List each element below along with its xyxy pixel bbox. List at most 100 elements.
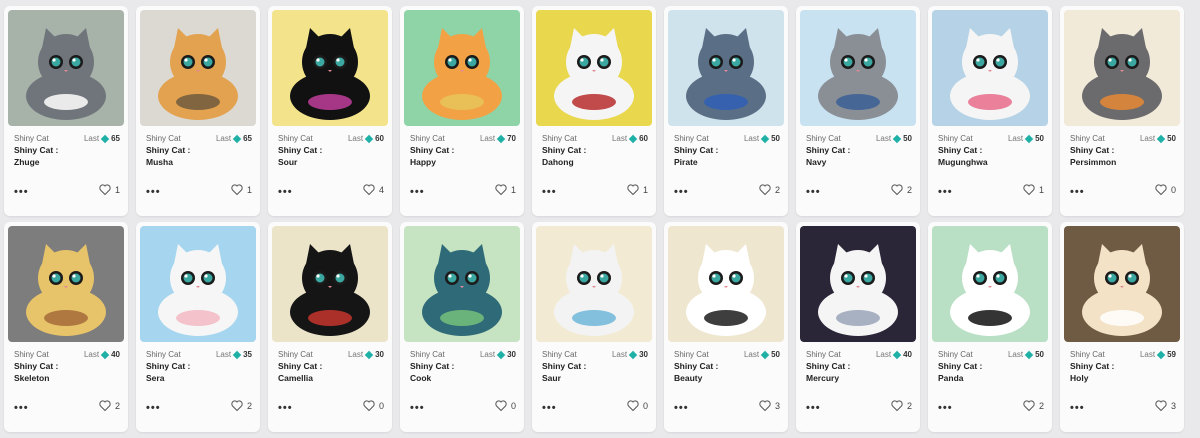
- nft-card[interactable]: Shiny Cat Last 40 Shiny Cat : Mercury ••…: [796, 222, 920, 432]
- item-title-prefix: Shiny Cat :: [938, 361, 983, 371]
- nft-card[interactable]: Shiny Cat Last 30 Shiny Cat : Cook ••• 0: [400, 222, 524, 432]
- nft-card[interactable]: Shiny Cat Last 35 Shiny Cat : Sera ••• 2: [136, 222, 260, 432]
- favorite-button[interactable]: 4: [363, 184, 384, 195]
- last-price-label: Last: [1007, 350, 1024, 359]
- nft-card[interactable]: Shiny Cat Last 60 Shiny Cat : Dahong •••…: [532, 6, 656, 216]
- nft-card[interactable]: Shiny Cat Last 50 Shiny Cat : Beauty •••…: [664, 222, 788, 432]
- more-options-icon[interactable]: •••: [542, 402, 557, 414]
- nft-card[interactable]: Shiny Cat Last 40 Shiny Cat : Skeleton •…: [4, 222, 128, 432]
- favorite-button[interactable]: 0: [495, 400, 516, 411]
- favorite-button[interactable]: 1: [99, 184, 120, 195]
- last-price-value: 50: [1035, 134, 1044, 143]
- nft-card[interactable]: Shiny Cat Last 30 Shiny Cat : Saur ••• 0: [532, 222, 656, 432]
- more-options-icon[interactable]: •••: [542, 186, 557, 198]
- last-price-value: 60: [639, 134, 648, 143]
- item-title-prefix: Shiny Cat :: [1070, 145, 1115, 155]
- favorite-button[interactable]: 2: [891, 184, 912, 195]
- nft-artwork-image[interactable]: [668, 10, 784, 126]
- favorite-count: 4: [378, 184, 384, 195]
- favorite-button[interactable]: 1: [495, 184, 516, 195]
- favorite-button[interactable]: 0: [1155, 184, 1176, 195]
- nft-artwork-image[interactable]: [272, 226, 388, 342]
- nft-card[interactable]: Shiny Cat Last 50 Shiny Cat : Pirate •••…: [664, 6, 788, 216]
- nft-artwork-image[interactable]: [8, 226, 124, 342]
- last-price-label: Last: [743, 350, 760, 359]
- more-options-icon[interactable]: •••: [146, 186, 161, 198]
- nft-artwork-image[interactable]: [668, 226, 784, 342]
- last-price: Last 50: [876, 134, 912, 143]
- more-options-icon[interactable]: •••: [806, 402, 821, 414]
- collection-name: Shiny Cat: [938, 350, 973, 359]
- more-options-icon[interactable]: •••: [1070, 402, 1085, 414]
- more-options-icon[interactable]: •••: [278, 402, 293, 414]
- favorite-count: 1: [1038, 184, 1044, 195]
- nft-card[interactable]: Shiny Cat Last 65 Shiny Cat : Musha ••• …: [136, 6, 260, 216]
- more-options-icon[interactable]: •••: [14, 186, 29, 198]
- collection-name: Shiny Cat: [1070, 350, 1105, 359]
- favorite-button[interactable]: 2: [759, 184, 780, 195]
- item-title-prefix: Shiny Cat :: [938, 145, 983, 155]
- collection-name: Shiny Cat: [410, 134, 445, 143]
- nft-artwork-image[interactable]: [404, 10, 520, 126]
- favorite-count: 2: [1038, 400, 1044, 411]
- more-options-icon[interactable]: •••: [938, 402, 953, 414]
- favorite-button[interactable]: 1: [1023, 184, 1044, 195]
- heart-icon: [1155, 184, 1167, 195]
- nft-artwork-image[interactable]: [8, 10, 124, 126]
- last-price-label: Last: [215, 134, 232, 143]
- last-price: Last 50: [744, 134, 780, 143]
- nft-card[interactable]: Shiny Cat Last 50 Shiny Cat : Persimmon …: [1060, 6, 1184, 216]
- nft-card[interactable]: Shiny Cat Last 65 Shiny Cat : Zhuge ••• …: [4, 6, 128, 216]
- nft-artwork-image[interactable]: [800, 226, 916, 342]
- favorite-button[interactable]: 2: [1023, 400, 1044, 411]
- last-price-label: Last: [1139, 134, 1156, 143]
- nft-card[interactable]: Shiny Cat Last 30 Shiny Cat : Camellia •…: [268, 222, 392, 432]
- nft-artwork-image[interactable]: [932, 226, 1048, 342]
- nft-card[interactable]: Shiny Cat Last 70 Shiny Cat : Happy ••• …: [400, 6, 524, 216]
- favorite-button[interactable]: 2: [99, 400, 120, 411]
- nft-card[interactable]: Shiny Cat Last 59 Shiny Cat : Holy ••• 3: [1060, 222, 1184, 432]
- klay-token-icon: [364, 350, 374, 359]
- nft-card[interactable]: Shiny Cat Last 60 Shiny Cat : Sour ••• 4: [268, 6, 392, 216]
- favorite-button[interactable]: 0: [363, 400, 384, 411]
- favorite-button[interactable]: 2: [891, 400, 912, 411]
- klay-token-icon: [496, 350, 506, 359]
- favorite-button[interactable]: 1: [627, 184, 648, 195]
- nft-artwork-image[interactable]: [1064, 10, 1180, 126]
- more-options-icon[interactable]: •••: [278, 186, 293, 198]
- more-options-icon[interactable]: •••: [938, 186, 953, 198]
- more-options-icon[interactable]: •••: [410, 402, 425, 414]
- more-options-icon[interactable]: •••: [146, 402, 161, 414]
- favorite-button[interactable]: 2: [231, 400, 252, 411]
- nft-artwork-image[interactable]: [536, 226, 652, 342]
- more-options-icon[interactable]: •••: [806, 186, 821, 198]
- nft-card[interactable]: Shiny Cat Last 50 Shiny Cat : Mugunghwa …: [928, 6, 1052, 216]
- last-price: Last 35: [216, 350, 252, 359]
- favorite-button[interactable]: 3: [759, 400, 780, 411]
- heart-icon: [99, 184, 111, 195]
- nft-artwork-image[interactable]: [272, 10, 388, 126]
- favorite-button[interactable]: 0: [627, 400, 648, 411]
- last-price-label: Last: [611, 134, 628, 143]
- nft-artwork-image[interactable]: [932, 10, 1048, 126]
- nft-artwork-image[interactable]: [536, 10, 652, 126]
- last-price-label: Last: [347, 134, 364, 143]
- more-options-icon[interactable]: •••: [674, 402, 689, 414]
- nft-card[interactable]: Shiny Cat Last 50 Shiny Cat : Panda ••• …: [928, 222, 1052, 432]
- more-options-icon[interactable]: •••: [1070, 186, 1085, 198]
- nft-artwork-image[interactable]: [800, 10, 916, 126]
- card-row: Shiny Cat Last 65 Shiny Cat : Zhuge ••• …: [4, 6, 1196, 216]
- nft-card[interactable]: Shiny Cat Last 50 Shiny Cat : Navy ••• 2: [796, 6, 920, 216]
- more-options-icon[interactable]: •••: [410, 186, 425, 198]
- more-options-icon[interactable]: •••: [14, 402, 29, 414]
- favorite-button[interactable]: 1: [231, 184, 252, 195]
- nft-artwork-image[interactable]: [404, 226, 520, 342]
- last-price: Last 30: [480, 350, 516, 359]
- last-price-value: 70: [507, 134, 516, 143]
- nft-artwork-image[interactable]: [1064, 226, 1180, 342]
- item-title-prefix: Shiny Cat :: [674, 361, 719, 371]
- nft-artwork-image[interactable]: [140, 226, 256, 342]
- favorite-button[interactable]: 3: [1155, 400, 1176, 411]
- nft-artwork-image[interactable]: [140, 10, 256, 126]
- more-options-icon[interactable]: •••: [674, 186, 689, 198]
